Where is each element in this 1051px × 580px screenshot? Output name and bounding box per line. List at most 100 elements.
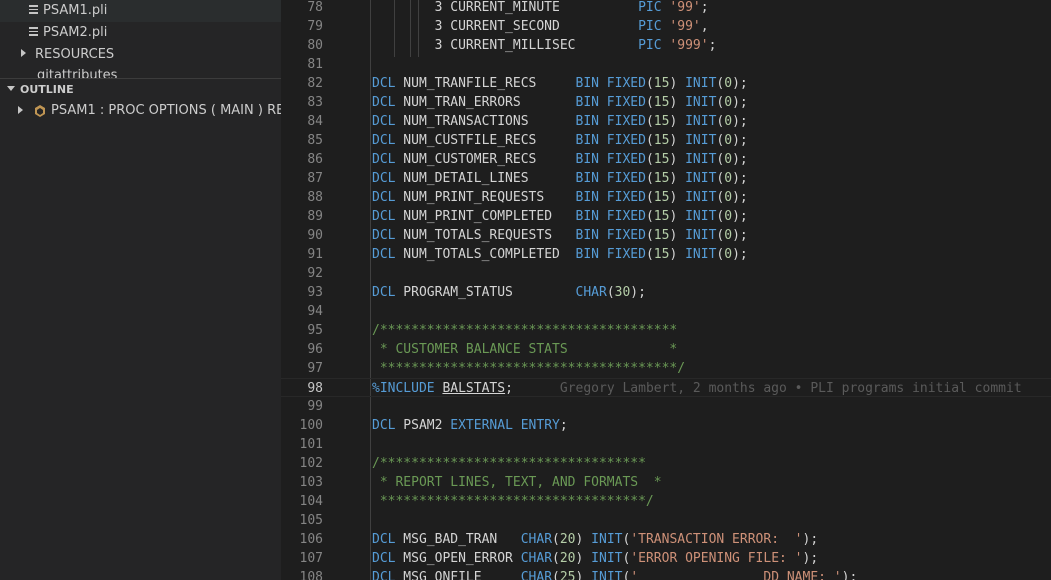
code-text: ( [606,285,615,300]
code-text: ); [732,133,748,148]
keyword: EXTERNAL ENTRY [450,418,560,433]
keyword: DCL [372,228,396,243]
keyword: INIT [591,551,623,566]
explorer-file-psam1[interactable]: PSAM1.pli [0,0,281,22]
code-line[interactable]: 85 DCL NUM_CUSTFILE_RECS BIN FIXED(15) IN… [281,131,1051,150]
line-number: 86 [307,152,323,167]
keyword: PIC [638,19,670,34]
number-literal: 15 [653,114,670,129]
outline-section-header[interactable]: OUTLINE [0,78,281,100]
keyword: %INCLUDE [372,381,435,396]
code-text: ); [732,152,748,167]
code-line[interactable]: 104 **********************************/ [281,492,1051,511]
file-label: PSAM2.pli [43,25,108,40]
file-label: PSAM1.pli [43,3,108,18]
keyword: INIT [685,209,717,224]
code-text: ( [552,532,560,547]
code-line[interactable]: 107 DCL MSG_OPEN_ERROR CHAR(20) INIT('ERR… [281,549,1051,568]
code-content: DCL NUM_DETAIL_LINES BIN FIXED(15) INIT(… [372,169,748,188]
code-editor[interactable]: 78 3 CURRENT_MINUTE PIC '99'; 79 3 CURREN… [281,0,1051,580]
code-content: DCL NUM_TRANSACTIONS BIN FIXED(15) INIT(… [372,112,748,131]
code-content: DCL NUM_TRAN_ERRORS BIN FIXED(15) INIT(0… [372,93,748,112]
file-lines-icon [29,5,38,15]
code-text: ); [732,171,748,186]
code-line[interactable]: 101 [281,435,1051,454]
code-line[interactable]: 106 DCL MSG_BAD_TRAN CHAR(20) INIT('TRANS… [281,530,1051,549]
code-line[interactable]: 100 DCL PSAM2 EXTERNAL ENTRY; [281,416,1051,435]
code-text: ; [505,381,513,396]
code-content: DCL MSG_ONFILE CHAR(25) INIT(' DD NAME: … [372,568,857,580]
code-text: ( [645,247,654,262]
keyword: BIN FIXED [575,114,646,129]
comment: **********************************/ [372,494,654,509]
explorer-file-psam2[interactable]: PSAM2.pli [0,22,281,44]
code-text: ( [645,171,654,186]
code-text: ) [669,209,686,224]
git-blame-annotation: Gregory Lambert, 2 months ago • PLI prog… [512,381,1022,396]
outline-item-psam1[interactable]: PSAM1 : PROC OPTIONS ( MAIN ) RET... [0,100,281,122]
code-text: ( [645,114,654,129]
keyword: CHAR [520,532,553,547]
explorer-folder-resources[interactable]: RESOURCES [0,44,281,66]
keyword: CHAR [575,285,607,300]
keyword: BIN FIXED [575,76,646,91]
code-text: ) [575,570,592,580]
line-number: 105 [299,513,323,528]
outline-item-label: PSAM1 : PROC OPTIONS ( MAIN ) RET... [51,103,281,118]
code-text: ; [708,38,717,53]
chevron-right-icon [18,106,23,114]
string-literal: 'ERROR OPENING FILE: ' [630,551,803,566]
code-line[interactable]: 92 [281,264,1051,283]
code-text: NUM_TOTALS_REQUESTS [395,228,576,243]
code-text: NUM_PRINT_REQUESTS [395,190,576,205]
number-literal: 0 [724,114,733,129]
code-line[interactable]: 102 /********************************** [281,454,1051,473]
code-line[interactable]: 86 DCL NUM_CUSTOMER_RECS BIN FIXED(15) IN… [281,150,1051,169]
comment: * REPORT LINES, TEXT, AND FORMATS * [372,475,662,490]
code-content: 3 CURRENT_MINUTE PIC '99'; [372,0,709,17]
code-line[interactable]: 97 *************************************… [281,359,1051,378]
code-line[interactable]: 99 [281,397,1051,416]
include-name[interactable]: BALSTATS [442,381,505,396]
code-line[interactable]: 93 DCL PROGRAM_STATUS CHAR(30); [281,283,1051,302]
keyword: PIC [638,0,670,15]
number-literal: 15 [653,209,670,224]
code-line[interactable]: 98 %INCLUDE BALSTATS; Gregory Lambert, 2 … [281,378,1051,397]
code-content: DCL PSAM2 EXTERNAL ENTRY; [372,416,568,435]
code-line[interactable]: 83 DCL NUM_TRAN_ERRORS BIN FIXED(15) INIT… [281,93,1051,112]
code-line[interactable]: 81 [281,55,1051,74]
code-line[interactable]: 80 3 CURRENT_MILLISEC PIC '999'; [281,36,1051,55]
number-literal: 15 [653,76,670,91]
line-number: 89 [307,209,323,224]
number-literal: 25 [559,570,576,580]
code-text: ( [552,551,560,566]
number-literal: 15 [653,228,670,243]
code-line[interactable]: 96 * CUSTOMER BALANCE STATS * [281,340,1051,359]
code-text: ) [669,95,686,110]
code-text: ); [732,76,748,91]
keyword: DCL [372,171,396,186]
code-line[interactable]: 79 3 CURRENT_SECOND PIC '99', [281,17,1051,36]
line-number: 100 [299,418,323,433]
line-number: 78 [307,0,323,15]
code-line[interactable]: 91 DCL NUM_TOTALS_COMPLETED BIN FIXED(15)… [281,245,1051,264]
code-line[interactable]: 88 DCL NUM_PRINT_REQUESTS BIN FIXED(15) I… [281,188,1051,207]
code-text: ) [669,228,686,243]
code-line[interactable]: 90 DCL NUM_TOTALS_REQUESTS BIN FIXED(15) … [281,226,1051,245]
code-line[interactable]: 89 DCL NUM_PRINT_COMPLETED BIN FIXED(15) … [281,207,1051,226]
code-line[interactable]: 94 [281,302,1051,321]
code-line[interactable]: 78 3 CURRENT_MINUTE PIC '99'; [281,0,1051,17]
number-literal: 0 [724,76,733,91]
code-line[interactable]: 95 /*************************************… [281,321,1051,340]
code-line[interactable]: 108 DCL MSG_ONFILE CHAR(25) INIT(' DD NAM… [281,568,1051,580]
code-line[interactable]: 82 DCL NUM_TRANFILE_RECS BIN FIXED(15) IN… [281,74,1051,93]
code-text: NUM_TRANSACTIONS [395,114,576,129]
code-text: ( [645,209,654,224]
code-line[interactable]: 103 * REPORT LINES, TEXT, AND FORMATS * [281,473,1051,492]
code-line[interactable]: 84 DCL NUM_TRANSACTIONS BIN FIXED(15) INI… [281,112,1051,131]
code-content: * CUSTOMER BALANCE STATS * [372,340,677,359]
code-line[interactable]: 87 DCL NUM_DETAIL_LINES BIN FIXED(15) INI… [281,169,1051,188]
line-number: 103 [299,475,323,490]
explorer-file-gitattributes[interactable]: gitattributes [37,69,117,78]
code-line[interactable]: 105 [281,511,1051,530]
